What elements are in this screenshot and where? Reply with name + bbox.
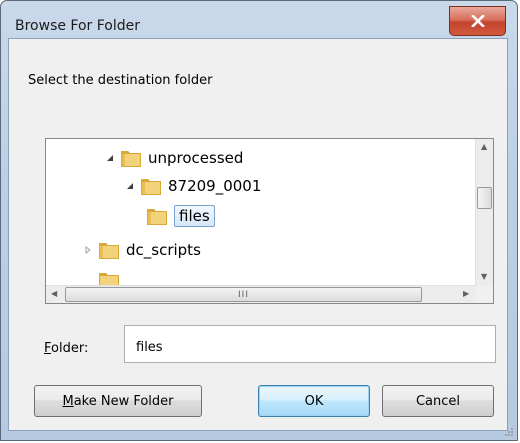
scroll-corner (476, 286, 493, 303)
tree-item-label: dc_scripts (126, 241, 201, 259)
folder-tree[interactable]: unprocessed 87209_0001 files dc_scripts … (45, 138, 494, 304)
collapsed-arrow-icon[interactable] (82, 244, 94, 256)
tree-item-files[interactable]: files (146, 202, 215, 230)
expanded-arrow-icon[interactable] (124, 180, 136, 192)
scroll-grip: III (238, 289, 249, 300)
scroll-down-icon[interactable]: ▼ (481, 272, 487, 281)
folder-icon (99, 243, 119, 259)
tree-item-label: unprocessed (148, 149, 244, 167)
vertical-scrollbar[interactable]: ▲ ▼ (475, 139, 493, 287)
window-title: Browse For Folder (15, 18, 141, 34)
tree-item-unprocessed[interactable]: unprocessed (104, 144, 243, 172)
scroll-left-icon[interactable]: ◀ (51, 289, 57, 298)
folder-icon (147, 209, 167, 225)
scroll-up-icon[interactable]: ▲ (481, 142, 487, 151)
scroll-right-icon[interactable]: ▶ (463, 289, 469, 298)
expanded-arrow-icon[interactable] (104, 152, 116, 164)
ok-button[interactable]: OK (258, 385, 370, 417)
folder-icon (121, 151, 141, 167)
tree-item-label: files (174, 205, 215, 227)
horizontal-scroll-thumb[interactable]: III (65, 287, 422, 302)
tree-item-87209-0001[interactable]: 87209_0001 (124, 172, 261, 200)
resize-grip-icon[interactable] (504, 427, 514, 437)
folder-name-input[interactable] (124, 325, 496, 363)
folder-field-label: Folder: (44, 341, 89, 356)
vertical-scroll-thumb[interactable] (477, 187, 492, 209)
tree-item-label: 87209_0001 (168, 177, 262, 195)
horizontal-scrollbar[interactable]: ◀ III ▶ (46, 285, 477, 303)
cancel-button[interactable]: Cancel (382, 385, 494, 417)
make-new-folder-button[interactable]: Make New Folder (34, 385, 202, 417)
close-button[interactable] (449, 6, 506, 36)
folder-icon (141, 179, 161, 195)
close-icon (470, 15, 485, 27)
tree-item-dc-scripts[interactable]: dc_scripts (82, 236, 201, 264)
instruction-text: Select the destination folder (28, 73, 213, 88)
